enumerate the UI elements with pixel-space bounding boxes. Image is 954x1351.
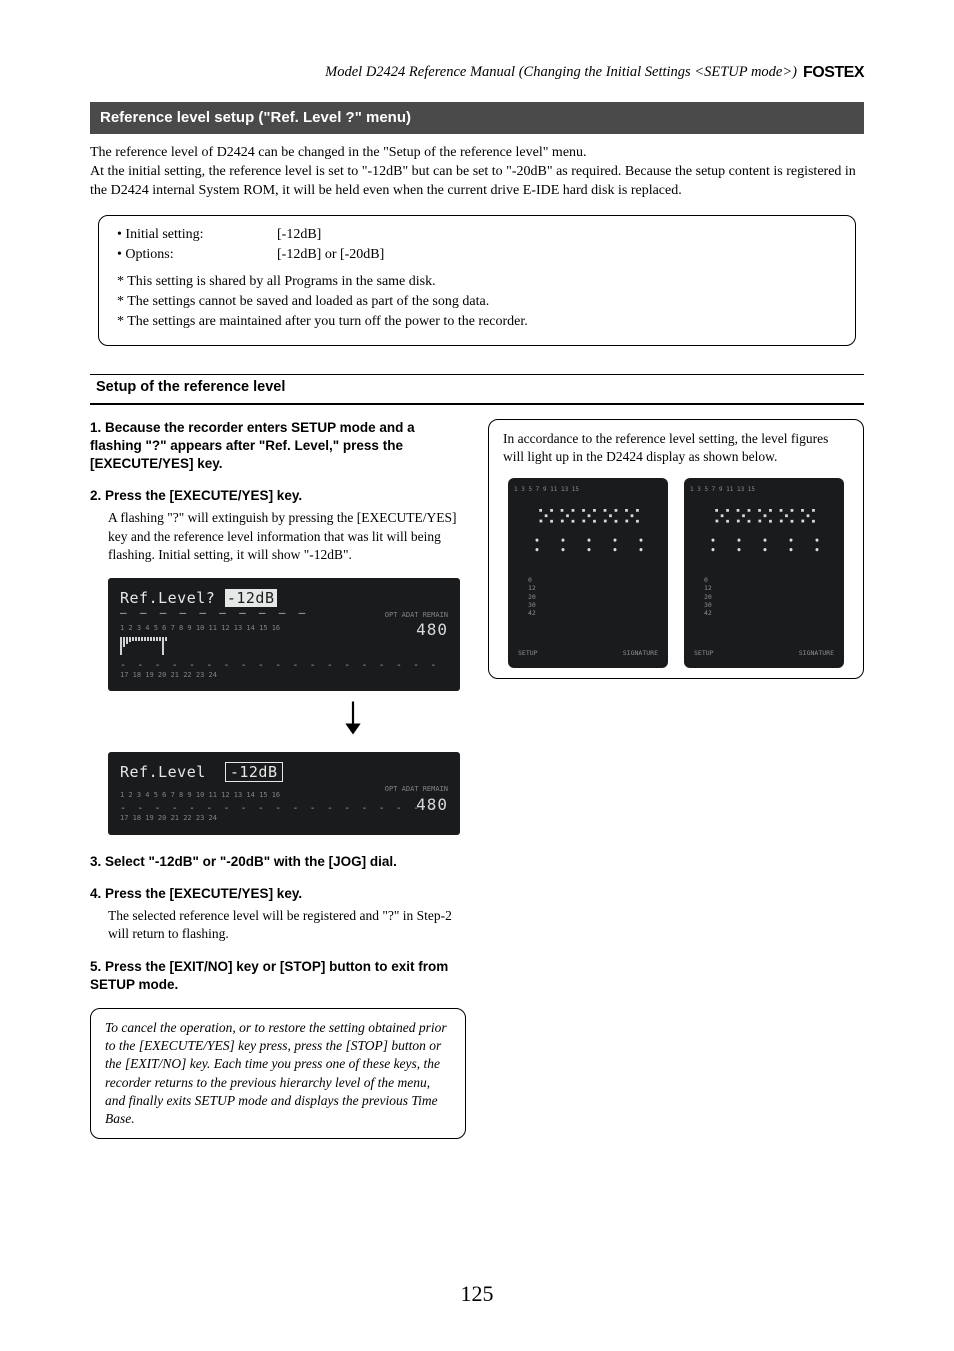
- mini-lcd-scale: 0 12 20 30 42: [694, 576, 834, 617]
- mini-lcd-topnums: 1 3 5 7 9 11 13 15: [508, 486, 668, 494]
- spec-box: • Initial setting: [-12dB] • Options: [-…: [98, 215, 856, 346]
- left-column: 1. Because the recorder enters SETUP mod…: [90, 419, 466, 1140]
- lcd-dashes: - - - - - - - - - - - - - - - - - - -: [120, 659, 448, 673]
- display-pair: 1 3 5 7 9 11 13 15 ⁙⁙⁙⁙⁙﹕﹕﹕﹕﹕ 0 12 20 30…: [503, 478, 849, 668]
- running-header: Model D2424 Reference Manual (Changing t…: [90, 62, 864, 84]
- lcd-track-numbers-bot: 17 18 19 20 21 22 23 24: [120, 672, 448, 679]
- mini-lcd-pattern: ⁙⁙⁙⁙⁙﹕﹕﹕﹕﹕: [518, 504, 658, 554]
- mini-lcd-scale: 0 12 20 30 42: [518, 576, 658, 617]
- spec-label: • Initial setting:: [117, 226, 277, 245]
- brand-logo: FOSTEX: [803, 62, 864, 84]
- lcd-segment-readout: 480: [385, 619, 448, 641]
- spec-label: • Options:: [117, 246, 277, 265]
- mini-lcd-tag: SETUP: [694, 649, 714, 658]
- step-5: 5. Press the [EXIT/NO] key or [STOP] but…: [90, 958, 466, 994]
- step-head: 5. Press the [EXIT/NO] key or [STOP] but…: [90, 958, 466, 994]
- lcd-text: Ref.Level: [120, 763, 206, 781]
- spec-value: [-12dB]: [277, 226, 321, 245]
- lcd-corner-labels: OPT ADAT REMAIN: [385, 786, 448, 793]
- down-arrow-icon: [240, 701, 466, 742]
- intro-paragraph: The reference level of D2424 can be chan…: [90, 144, 864, 201]
- lcd-display-before: Ref.Level? -12dB — — — — — — — — — — 1 2…: [108, 578, 460, 691]
- mini-lcd-tag: SIGNATURE: [623, 649, 658, 658]
- running-header-text: Model D2424 Reference Manual (Changing t…: [325, 63, 797, 83]
- mini-lcd-tag: SIGNATURE: [799, 649, 834, 658]
- step-4: 4. Press the [EXECUTE/YES] key. The sele…: [90, 885, 466, 944]
- step-3: 3. Select "-12dB" or "-20dB" with the [J…: [90, 853, 466, 871]
- step-2: 2. Press the [EXECUTE/YES] key. A flashi…: [90, 487, 466, 564]
- lcd-selected-value: -12dB: [225, 589, 277, 607]
- page-number: 125: [0, 1279, 954, 1309]
- spec-note: * The settings cannot be saved and loade…: [117, 293, 837, 312]
- right-note-text: In accordance to the reference level set…: [503, 430, 849, 466]
- subsection-bar: Setup of the reference level: [90, 374, 864, 405]
- lcd-track-numbers-bot: 17 18 19 20 21 22 23 24: [120, 815, 448, 822]
- spec-row-initial: • Initial setting: [-12dB]: [117, 226, 837, 245]
- step-head: 4. Press the [EXECUTE/YES] key.: [90, 885, 466, 903]
- mini-lcd-right: 1 3 5 7 9 11 13 15 ⁙⁙⁙⁙⁙﹕﹕﹕﹕﹕ 0 12 20 30…: [684, 478, 844, 668]
- mini-lcd-tag: SETUP: [518, 649, 538, 658]
- step-body: The selected reference level will be reg…: [90, 907, 466, 943]
- spec-note: * The settings are maintained after you …: [117, 313, 837, 332]
- spec-notes: * This setting is shared by all Programs…: [117, 273, 837, 332]
- mini-lcd-topnums: 1 3 5 7 9 11 13 15: [684, 486, 844, 494]
- spec-row-options: • Options: [-12dB] or [-20dB]: [117, 246, 837, 265]
- cancel-note-box: To cancel the operation, or to restore t…: [90, 1008, 466, 1139]
- lcd-display-after: Ref.Level -12dB 1 2 3 4 5 6 7 8 9 10 11 …: [108, 752, 460, 834]
- lcd-corner-labels: OPT ADAT REMAIN: [385, 612, 448, 619]
- spec-note: * This setting is shared by all Programs…: [117, 273, 837, 292]
- step-1: 1. Because the recorder enters SETUP mod…: [90, 419, 466, 474]
- section-title-bar: Reference level setup ("Ref. Level ?" me…: [90, 102, 864, 134]
- lcd-text: Ref.Level?: [120, 589, 215, 607]
- lcd-flashing-value: -12dB: [225, 762, 283, 782]
- right-note-box: In accordance to the reference level set…: [488, 419, 864, 679]
- right-column: In accordance to the reference level set…: [488, 419, 864, 679]
- mini-lcd-left: 1 3 5 7 9 11 13 15 ⁙⁙⁙⁙⁙﹕﹕﹕﹕﹕ 0 12 20 30…: [508, 478, 668, 668]
- step-head: 1. Because the recorder enters SETUP mod…: [90, 419, 466, 474]
- spec-value: [-12dB] or [-20dB]: [277, 246, 384, 265]
- step-head: 2. Press the [EXECUTE/YES] key.: [90, 487, 466, 505]
- step-head: 3. Select "-12dB" or "-20dB" with the [J…: [90, 853, 466, 871]
- step-body: A flashing "?" will extinguish by pressi…: [90, 509, 466, 564]
- lcd-segment-readout: 480: [385, 794, 448, 816]
- mini-lcd-pattern: ⁙⁙⁙⁙⁙﹕﹕﹕﹕﹕: [694, 504, 834, 554]
